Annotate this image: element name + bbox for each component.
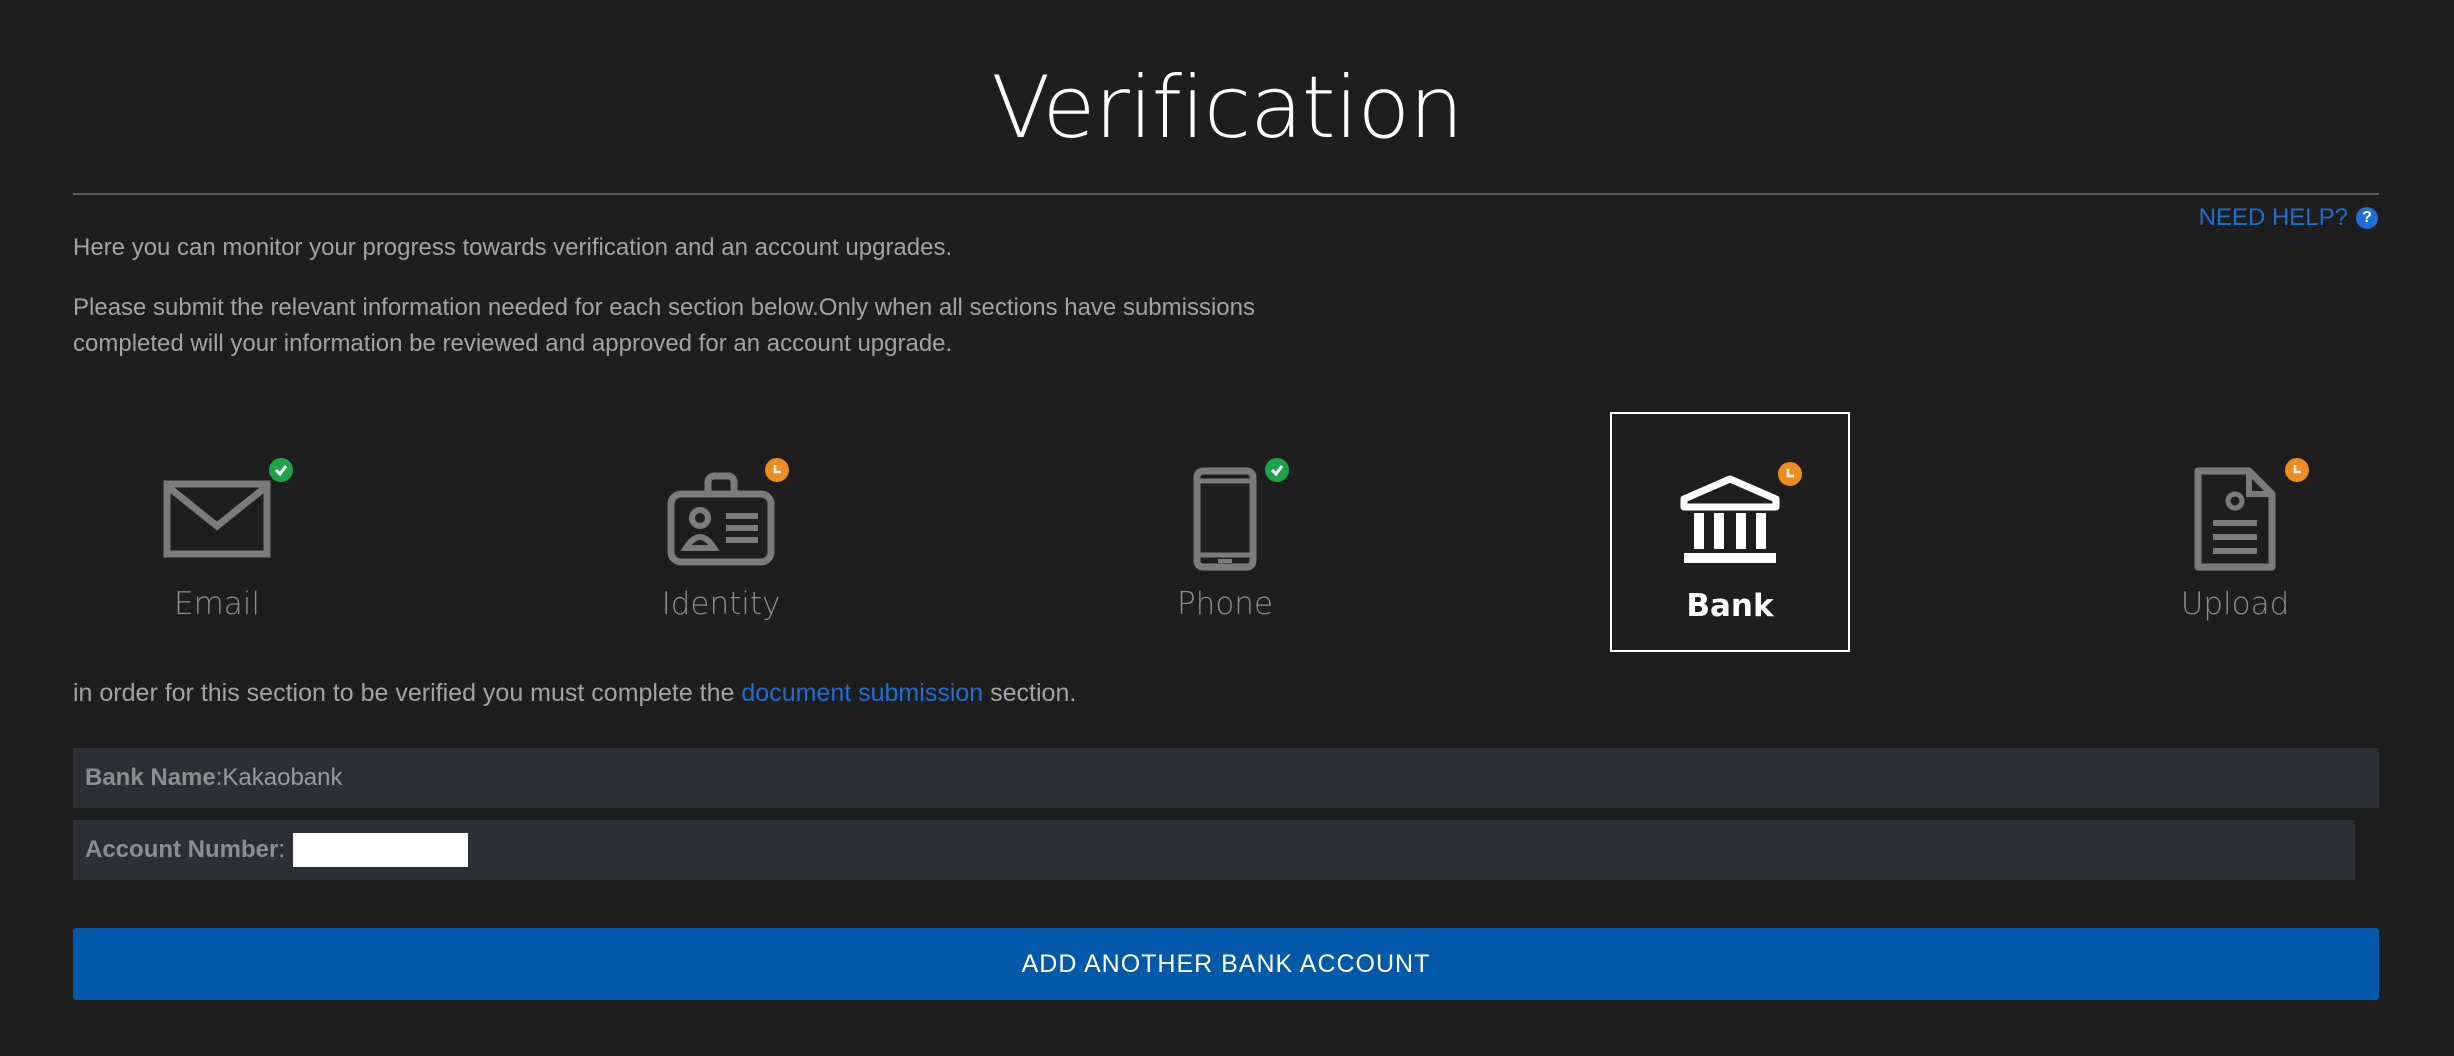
pending-badge-icon xyxy=(1778,462,1802,486)
step-label: Upload xyxy=(2180,586,2290,622)
add-bank-account-button[interactable]: ADD ANOTHER BANK ACCOUNT xyxy=(73,928,2379,1000)
document-submission-link[interactable]: document submission xyxy=(741,679,983,707)
step-label: Phone xyxy=(1176,586,1274,622)
question-icon: ? xyxy=(2356,207,2378,229)
step-identity[interactable]: Identity xyxy=(601,412,841,652)
complete-badge-icon xyxy=(1265,458,1289,482)
bank-name-label: Bank Name xyxy=(85,764,216,791)
bank-name-row: Bank Name: Kakaobank xyxy=(73,748,2379,808)
step-label: Email xyxy=(173,586,260,622)
step-phone[interactable]: Phone xyxy=(1105,412,1345,652)
need-help-label: NEED HELP? xyxy=(2198,204,2348,231)
pending-badge-icon xyxy=(765,458,789,482)
instructions-text: Please submit the relevant information n… xyxy=(73,294,1255,357)
note-text-before: in order for this section to be verified… xyxy=(73,679,742,707)
id-card-icon xyxy=(667,472,775,566)
verification-steps: Email Identity Phone Bank Upload xyxy=(73,412,2379,652)
title-divider xyxy=(73,193,2379,195)
bank-name-value: Kakaobank xyxy=(222,764,343,791)
need-help-link[interactable]: NEED HELP? ? xyxy=(2199,204,2378,232)
step-label: Bank xyxy=(1686,588,1774,624)
intro-text: Here you can monitor your progress towar… xyxy=(73,234,953,261)
note-text-after: section. xyxy=(983,679,1077,707)
step-email[interactable]: Email xyxy=(97,412,337,652)
colon-separator: : xyxy=(278,836,286,863)
account-number-label: Account Number xyxy=(85,836,279,863)
verification-page: Verification NEED HELP? ? Here you can m… xyxy=(0,0,2454,1056)
envelope-icon xyxy=(163,480,271,558)
colon-separator: : xyxy=(215,764,223,791)
step-bank[interactable]: Bank xyxy=(1610,412,1850,652)
bank-icon xyxy=(1680,475,1780,563)
phone-icon xyxy=(1193,467,1257,571)
page-title: Verification xyxy=(991,58,1463,158)
document-icon xyxy=(2194,467,2276,571)
step-upload[interactable]: Upload xyxy=(2115,412,2355,652)
section-note: in order for this section to be verified… xyxy=(73,675,1076,711)
complete-badge-icon xyxy=(269,458,293,482)
account-number-row: Account Number: xyxy=(73,820,2355,880)
pending-badge-icon xyxy=(2285,458,2309,482)
step-label: Identity xyxy=(661,586,781,622)
redacted-account-number xyxy=(293,833,469,867)
